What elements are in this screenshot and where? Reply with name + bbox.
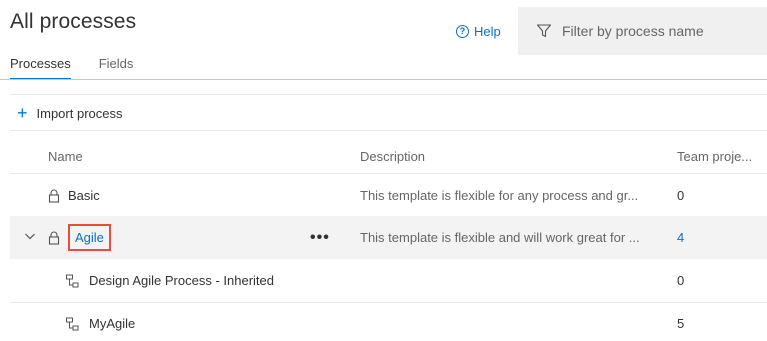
plus-icon: + <box>17 103 28 123</box>
filter-input[interactable]: Filter by process name <box>518 7 767 55</box>
row-divider <box>10 130 767 131</box>
name-cell: Design Agile Process - Inherited <box>65 259 274 302</box>
team-projects-cell: 0 <box>677 273 685 288</box>
tab-processes[interactable]: Processes <box>10 56 71 80</box>
table-row[interactable]: MyAgile 5 <box>10 302 767 341</box>
lock-icon <box>48 189 60 203</box>
inherited-process-icon <box>66 317 79 330</box>
description-cell: This template is flexible for any proces… <box>360 188 639 203</box>
table-row-selected[interactable]: Agile ••• This template is flexible and … <box>10 216 767 259</box>
column-header-team-projects[interactable]: Team proje... <box>677 149 752 164</box>
process-name: MyAgile <box>89 316 136 331</box>
process-name-link[interactable]: Agile <box>68 224 111 251</box>
help-label: Help <box>474 24 501 39</box>
more-actions-button[interactable]: ••• <box>310 216 330 259</box>
description-cell: This template is flexible and will work … <box>360 230 640 245</box>
help-icon: ? <box>456 25 469 38</box>
import-process-label: Import process <box>36 105 123 121</box>
page-title: All processes <box>10 10 137 33</box>
chevron-down-icon[interactable] <box>24 230 36 242</box>
column-header-description[interactable]: Description <box>360 149 425 164</box>
filter-icon <box>536 24 552 38</box>
table-row[interactable]: Design Agile Process - Inherited 0 <box>10 259 767 302</box>
help-link[interactable]: ? Help <box>456 24 501 39</box>
inherited-process-icon <box>66 274 79 287</box>
tabs-divider <box>0 79 767 80</box>
more-icon: ••• <box>310 228 330 246</box>
filter-placeholder: Filter by process name <box>562 23 704 39</box>
name-cell: Agile <box>48 216 111 259</box>
process-name: Design Agile Process - Inherited <box>89 273 274 288</box>
table-row[interactable]: Basic This template is flexible for any … <box>10 174 767 217</box>
team-projects-cell: 5 <box>677 316 685 331</box>
column-header-name[interactable]: Name <box>48 149 83 164</box>
tab-fields[interactable]: Fields <box>99 56 134 80</box>
team-projects-link[interactable]: 4 <box>677 216 684 259</box>
name-cell: Basic <box>48 174 100 217</box>
toolbar-divider <box>10 94 767 95</box>
team-projects-cell: 0 <box>677 188 685 203</box>
tab-bar: Processes Fields <box>10 56 133 80</box>
import-process-button[interactable]: + Import process <box>17 104 123 122</box>
process-name: Basic <box>68 188 100 203</box>
name-cell: MyAgile <box>65 302 135 341</box>
lock-icon <box>48 231 60 245</box>
